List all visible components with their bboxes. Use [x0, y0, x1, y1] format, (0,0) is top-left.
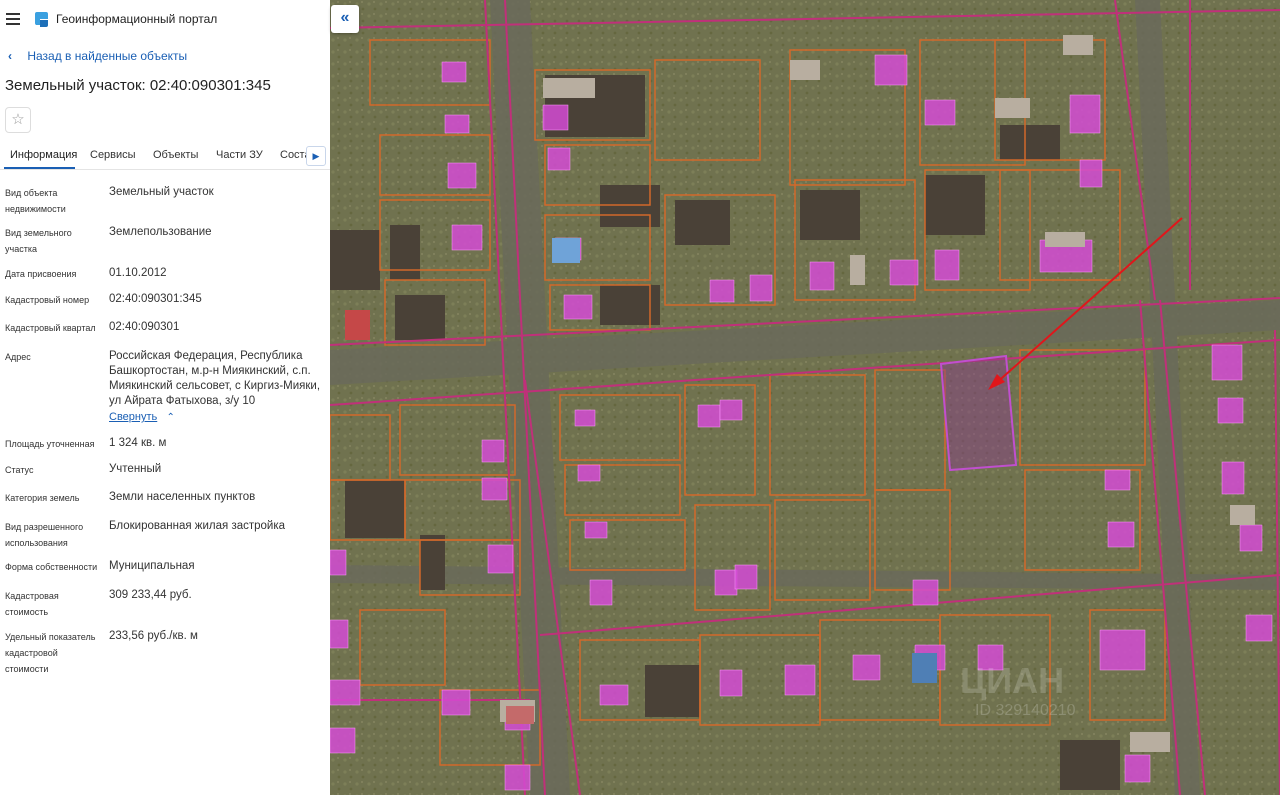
detail-value: 233,56 руб./кв. м	[109, 630, 198, 642]
detail-value: Землепользование	[109, 226, 212, 238]
detail-value: Земельный участок	[109, 186, 214, 198]
detail-label: Кадастровый квартал	[5, 323, 96, 333]
detail-label: Дата присвоения	[5, 269, 77, 279]
chevron-left-icon: ‹	[8, 49, 12, 63]
info-panel: Геоинформационный портал ‹ Назад в найде…	[0, 0, 330, 795]
collapse-panel-button[interactable]: «	[331, 5, 359, 33]
watermark-id: ID 329140210	[975, 702, 1076, 719]
blue-roof-building	[912, 653, 937, 683]
map-view[interactable]: ЦИАН ID 329140210	[330, 0, 1280, 795]
selected-parcel[interactable]	[939, 354, 1018, 472]
detail-label: Вид разрешенного использования	[5, 522, 84, 548]
detail-label: Кадастровый номер	[5, 295, 90, 305]
detail-value: 02:40:090301	[109, 321, 180, 333]
tab-bar: Информация Сервисы Объекты Части ЗУ Сост…	[0, 142, 330, 170]
tab-info[interactable]: Информация	[10, 149, 77, 161]
detail-label: Адрес	[5, 352, 31, 362]
active-tab-indicator	[4, 167, 75, 169]
watermark: ЦИАН	[960, 660, 1065, 701]
detail-value: 02:40:090301:345	[109, 293, 202, 305]
page-title: Земельный участок: 02:40:090301:345	[5, 77, 271, 94]
tabs-scroll-right-button[interactable]: ▶	[306, 146, 326, 166]
portal-logo-icon	[34, 12, 48, 27]
red-roof-building	[506, 706, 534, 724]
detail-value: Российская Федерация, Республика Башкорт…	[109, 350, 321, 407]
detail-label: Удельный показатель кадастровой стоимост…	[5, 632, 96, 674]
detail-label: Статус	[5, 465, 34, 475]
detail-value: Муниципальная	[109, 560, 195, 572]
back-to-results-link[interactable]: ‹ Назад в найденные объекты	[8, 49, 187, 63]
double-chevron-left-icon: «	[340, 9, 350, 26]
back-label: Назад в найденные объекты	[27, 49, 188, 63]
detail-label: Кадастровая стоимость	[5, 591, 59, 617]
blue-roof-building	[552, 238, 580, 263]
detail-label: Площадь уточненная	[5, 439, 95, 449]
detail-value: 1 324 кв. м	[109, 437, 167, 449]
detail-value: 309 233,44 руб.	[109, 589, 192, 601]
tab-parts[interactable]: Части ЗУ	[216, 149, 263, 161]
favorite-star-button[interactable]: ☆	[5, 107, 31, 133]
detail-value: Земли населенных пунктов	[109, 491, 256, 503]
detail-value: Учтенный	[109, 463, 162, 475]
chevron-up-icon[interactable]: ⌃	[166, 412, 174, 423]
satellite-map[interactable]	[330, 0, 1280, 795]
tab-objects[interactable]: Объекты	[153, 149, 198, 161]
top-bar: Геоинформационный портал	[0, 0, 330, 40]
star-icon: ☆	[11, 111, 25, 128]
menu-icon[interactable]	[6, 13, 20, 25]
detail-label: Форма собственности	[5, 562, 98, 572]
tab-services[interactable]: Сервисы	[90, 149, 136, 161]
address-value-block: Российская Федерация, Республика Башкорт…	[109, 349, 321, 425]
detail-label: Категория земель	[5, 493, 80, 503]
detail-value: Блокированная жилая застройка	[109, 520, 286, 532]
detail-label: Вид объекта недвижимости	[5, 188, 66, 214]
detail-value: 01.10.2012	[109, 267, 167, 279]
detail-label: Вид земельного участка	[5, 228, 72, 254]
red-roof-building	[345, 310, 370, 340]
chevron-right-icon: ▶	[312, 151, 320, 161]
app-title: Геоинформационный портал	[56, 12, 218, 26]
collapse-address-link[interactable]: Свернуть	[109, 411, 157, 423]
